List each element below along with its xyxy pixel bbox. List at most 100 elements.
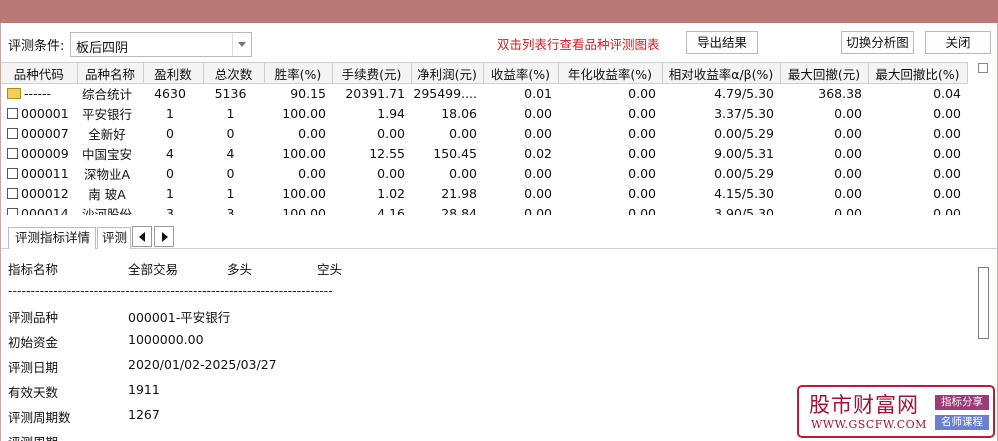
detail-value: 1267 (128, 407, 160, 422)
column-header[interactable]: 最大回撤比(%) (868, 62, 968, 84)
close-button[interactable]: 关闭 (925, 31, 991, 54)
detail-label: 评测品种 (8, 310, 59, 325)
tab-evaluation[interactable]: 评测 (97, 227, 131, 249)
cell-wins: 4 (166, 146, 174, 161)
watermark-logo: 股市财富网 WWW.GSCFW.COM 指标分享 名师课程 (797, 385, 995, 438)
column-header[interactable]: 最大回撤(元) (780, 62, 869, 84)
table-row[interactable]: 000012 南 玻A 1 1 100.00 1.02 21.98 0.00 0.00 4.15/… (1, 184, 967, 204)
table-row[interactable]: 000009 中国宝安 4 4 100.00 12.55 150.45 0.02 0.00 9.0… (1, 144, 967, 164)
cell-wins: 0 (166, 126, 174, 141)
cell-annual: 0.00 (628, 86, 656, 102)
cell-profit: 295499.... (413, 86, 477, 102)
document-icon (7, 168, 18, 179)
table-header: 品种代码 品种名称 盈利数 总次数 胜率(%) 手续费(元) 净利润(元) 收益率(%) 年化收… (1, 62, 968, 84)
cell-winrate: 100.00 (282, 146, 326, 161)
switch-chart-button[interactable]: 切换分析图 (841, 31, 914, 54)
detail-label: 初始资金 (8, 335, 59, 350)
cell-total: 1 (226, 186, 235, 201)
cell-annual: 0.00 (628, 186, 656, 201)
cell-maxdd: 0.00 (834, 206, 862, 215)
document-icon (7, 208, 18, 215)
cell-maxddr: 0.04 (933, 86, 961, 102)
condition-select[interactable]: 板后四阴 (70, 32, 252, 57)
detail-col-metric: 指标名称 (8, 262, 59, 277)
column-header[interactable]: 总次数 (203, 62, 265, 84)
cell-winrate: 100.00 (282, 186, 326, 201)
cell-fee: 4.16 (377, 206, 405, 215)
cell-total: 0 (226, 166, 235, 181)
window-titlebar[interactable] (0, 0, 998, 23)
cell-code: 000001 (1, 104, 77, 124)
cell-code-text: 000014 (21, 206, 69, 215)
column-header[interactable]: 盈利数 (143, 62, 204, 84)
detail-separator: ----------------------------------------… (8, 283, 333, 298)
table-row[interactable]: 000014 沙河股份 3 3 100.00 4.16 28.84 0.00 0.00 3.90/… (1, 204, 967, 215)
cell-maxdd: 0.00 (834, 166, 862, 181)
cell-code-text: 000001 (21, 106, 69, 121)
chevron-down-icon[interactable] (232, 33, 251, 56)
condition-label: 评测条件: (8, 39, 65, 54)
cell-code: 000012 (1, 184, 77, 204)
cell-profit: 28.84 (441, 206, 477, 215)
document-icon (7, 148, 18, 159)
evaluation-window: 评测条件: 板后四阴 双击列表行查看品种评测图表 导出结果 切换分析图 关闭 品… (0, 23, 998, 441)
table-row[interactable]: 000011 深物业A 0 0 0.00 0.00 0.00 0.00 0.00 0.00/5.2… (1, 164, 967, 184)
detail-scrollbar[interactable] (978, 267, 989, 339)
column-header[interactable]: 胜率(%) (264, 62, 333, 84)
document-icon (7, 188, 18, 199)
folder-icon (7, 88, 21, 100)
column-header[interactable]: 品种代码 (1, 62, 78, 84)
cell-relative: 3.37/5.30 (714, 106, 774, 121)
cell-code: 000007 (1, 124, 77, 144)
cell-fee: 1.02 (377, 186, 405, 201)
cell-code: 000009 (1, 144, 77, 164)
grid-scroll-box[interactable] (978, 63, 988, 73)
watermark-url: WWW.GSCFW.COM (811, 418, 927, 431)
detail-label: 评测周期 (8, 432, 58, 441)
cell-relative: 4.79/5.30 (714, 86, 774, 102)
tab-evaluation-details[interactable]: 评测指标详情 (8, 227, 96, 249)
cell-total: 0 (226, 126, 235, 141)
detail-value: 000001-平安银行 (128, 310, 231, 325)
cell-maxddr: 0.00 (933, 206, 961, 215)
cell-code-text: 000007 (21, 126, 69, 141)
cell-winrate: 90.15 (290, 86, 326, 102)
column-header[interactable]: 品种名称 (77, 62, 144, 84)
watermark-name: 股市财富网 (809, 393, 919, 417)
table-row[interactable]: 000007 全新好 0 0 0.00 0.00 0.00 0.00 0.00 0.00/5.29… (1, 124, 967, 144)
detail-value: 1000000.00 (128, 332, 204, 347)
cell-code: 000011 (1, 164, 77, 184)
export-button[interactable]: 导出结果 (686, 31, 758, 54)
column-header[interactable]: 手续费(元) (332, 62, 412, 84)
cell-annual: 0.00 (628, 206, 656, 215)
cell-code-text: 000012 (21, 186, 69, 201)
tab-scroll-right-icon[interactable] (154, 226, 174, 247)
cell-name: 沙河股份 (81, 207, 132, 215)
tab-scroll-left-icon[interactable] (132, 226, 152, 247)
cell-name: 南 玻A (88, 187, 126, 202)
cell-maxddr: 0.00 (933, 166, 961, 181)
cell-code-text: 000011 (21, 166, 69, 181)
column-header[interactable]: 收益率(%) (483, 62, 559, 84)
cell-relative: 0.00/5.29 (714, 166, 774, 181)
column-header[interactable]: 净利润(元) (411, 62, 484, 84)
cell-name: 深物业A (83, 167, 131, 182)
cell-maxdd: 368.38 (818, 86, 862, 102)
table-row[interactable]: ------ 综合统计 4630 5136 90.15 20391.71 295499...… (1, 84, 967, 104)
cell-wins: 0 (166, 166, 174, 181)
cell-ret: 0.00 (524, 206, 552, 215)
cell-ret: 0.01 (524, 86, 552, 102)
cell-relative: 0.00/5.29 (714, 126, 774, 141)
cell-wins: 1 (166, 186, 174, 201)
cell-winrate: 0.00 (298, 126, 326, 141)
results-grid[interactable]: 品种代码 品种名称 盈利数 总次数 胜率(%) 手续费(元) 净利润(元) 收益率(%) 年化收… (1, 62, 977, 215)
table-row[interactable]: 000001 平安银行 1 1 100.00 1.94 18.06 0.00 0.00 3.37/… (1, 104, 967, 124)
column-header[interactable]: 年化收益率(%) (558, 62, 663, 84)
cell-ret: 0.00 (524, 166, 552, 181)
cell-name: 全新好 (88, 127, 126, 142)
detail-tabs: 评测指标详情 评测 (1, 225, 998, 249)
column-header[interactable]: 相对收益率α/β(%) (662, 62, 781, 84)
cell-maxddr: 0.00 (933, 126, 961, 141)
cell-annual: 0.00 (628, 126, 656, 141)
cell-annual: 0.00 (628, 106, 656, 121)
